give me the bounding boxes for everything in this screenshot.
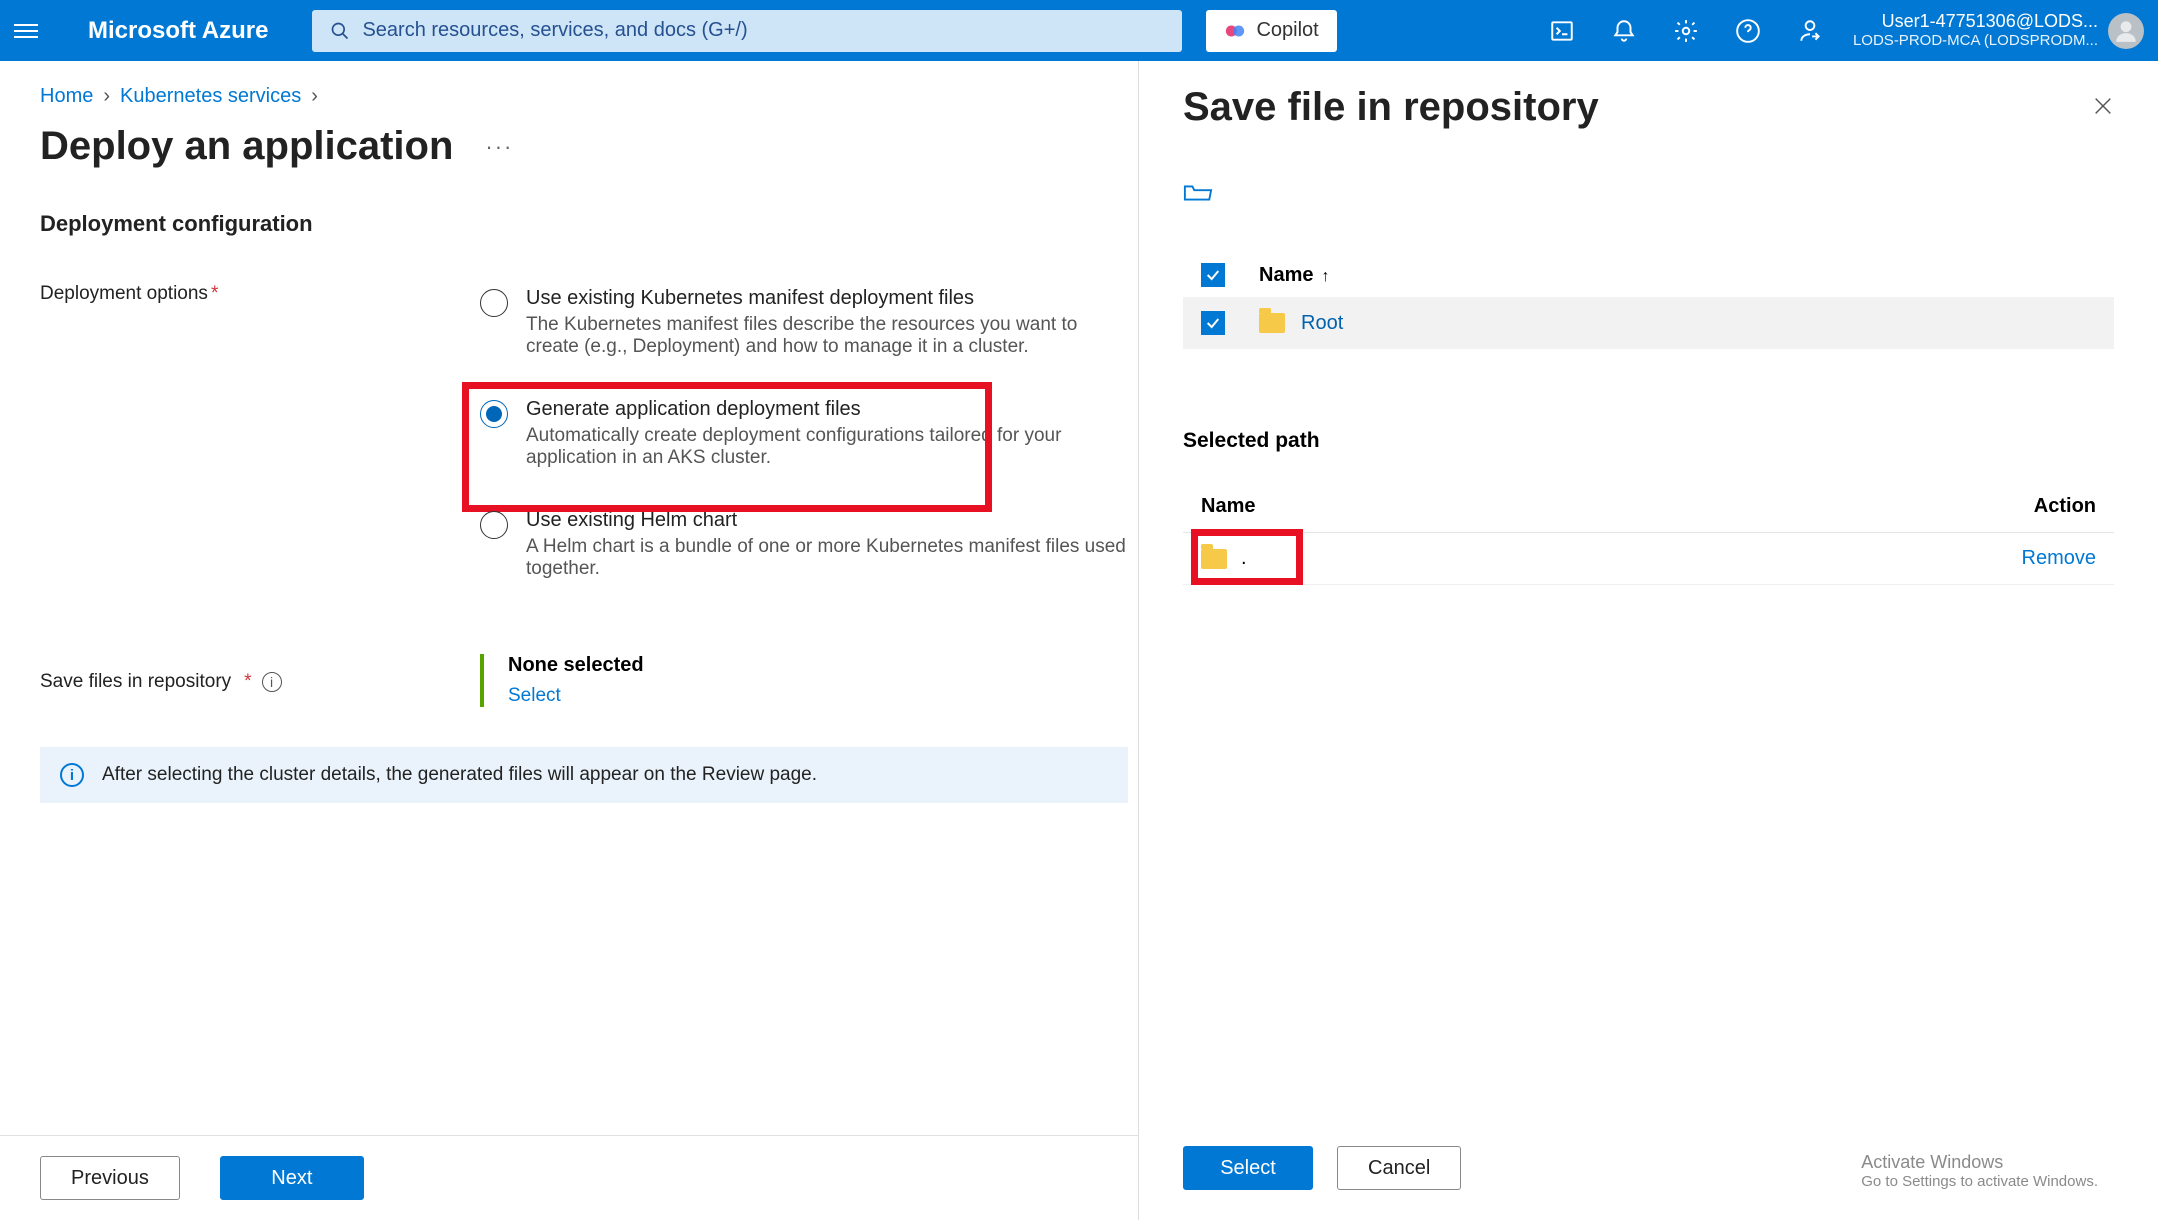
option-title: Use existing Kubernetes manifest deploym…	[526, 287, 1128, 310]
close-icon[interactable]	[2092, 85, 2114, 123]
copilot-button[interactable]: Copilot	[1206, 10, 1336, 52]
selected-path-columns: Name Action	[1183, 477, 2114, 533]
search-icon	[330, 21, 350, 41]
feedback-icon[interactable]	[1797, 18, 1823, 44]
chevron-right-icon: ›	[103, 85, 110, 108]
copilot-icon	[1224, 20, 1246, 42]
more-actions-icon[interactable]: ···	[485, 134, 513, 160]
sort-asc-icon: ↑	[1321, 268, 1329, 285]
folder-icon	[1201, 549, 1227, 569]
column-action: Action	[2034, 495, 2096, 518]
save-files-label: Save files in repository* i	[40, 654, 480, 707]
activation-title: Activate Windows	[1861, 1152, 2098, 1173]
info-icon[interactable]: i	[262, 672, 282, 692]
column-name[interactable]: Name↑	[1259, 264, 1329, 287]
row-checkbox[interactable]	[1201, 311, 1225, 335]
option-generate-files[interactable]: Generate application deployment files Au…	[480, 392, 1128, 475]
option-title: Generate application deployment files	[526, 398, 1128, 421]
wizard-footer: Previous Next	[0, 1135, 1138, 1220]
cloud-shell-icon[interactable]	[1549, 18, 1575, 44]
user-account[interactable]: User1-47751306@LODS... LODS-PROD-MCA (LO…	[1853, 10, 2098, 51]
global-search[interactable]	[312, 10, 1182, 52]
azure-top-bar: Microsoft Azure Copilot User1-47751306@L…	[0, 0, 2158, 61]
select-all-checkbox[interactable]	[1201, 263, 1225, 287]
selected-path-heading: Selected path	[1183, 429, 2114, 453]
windows-activation-watermark: Activate Windows Go to Settings to activ…	[1861, 1152, 2098, 1190]
option-desc: Automatically create deployment configur…	[526, 425, 1128, 469]
section-heading: Deployment configuration	[40, 211, 1128, 237]
info-banner-text: After selecting the cluster details, the…	[102, 764, 817, 786]
topbar-icons	[1549, 18, 1823, 44]
activation-sub: Go to Settings to activate Windows.	[1861, 1173, 2098, 1190]
folder-icon	[1259, 313, 1285, 333]
remove-link[interactable]: Remove	[2022, 547, 2096, 570]
avatar[interactable]	[2108, 13, 2144, 49]
breadcrumb-home[interactable]: Home	[40, 85, 93, 108]
notifications-icon[interactable]	[1611, 18, 1637, 44]
path-name: .	[1241, 547, 1247, 570]
save-file-panel: Save file in repository Name↑	[1138, 61, 2158, 1220]
breadcrumb: Home › Kubernetes services ›	[40, 85, 1138, 108]
next-button[interactable]: Next	[220, 1156, 364, 1200]
hamburger-icon[interactable]	[14, 19, 38, 43]
panel-title: Save file in repository	[1183, 85, 1599, 130]
user-tenant: LODS-PROD-MCA (LODSPRODM...	[1853, 32, 2098, 51]
select-link[interactable]: Select	[508, 685, 561, 707]
info-icon: i	[60, 763, 84, 787]
option-desc: The Kubernetes manifest files describe t…	[526, 314, 1128, 358]
option-desc: A Helm chart is a bundle of one or more …	[526, 536, 1128, 580]
copilot-label: Copilot	[1256, 19, 1318, 42]
option-title: Use existing Helm chart	[526, 509, 1128, 532]
option-existing-manifests[interactable]: Use existing Kubernetes manifest deploym…	[480, 281, 1128, 364]
chevron-right-icon: ›	[311, 85, 318, 108]
folder-open-icon[interactable]	[1183, 180, 1213, 204]
info-banner: i After selecting the cluster details, t…	[40, 747, 1128, 803]
settings-icon[interactable]	[1673, 18, 1699, 44]
file-row-root[interactable]: Root	[1183, 297, 2114, 349]
none-selected-text: None selected	[508, 654, 644, 677]
radio-icon[interactable]	[480, 511, 508, 539]
page-title: Deploy an application	[40, 124, 453, 169]
save-files-value: None selected Select	[480, 654, 644, 707]
radio-icon[interactable]	[480, 289, 508, 317]
selected-path-row: . Remove	[1183, 533, 2114, 585]
search-input[interactable]	[362, 19, 1164, 42]
brand-label[interactable]: Microsoft Azure	[88, 17, 268, 45]
previous-button[interactable]: Previous	[40, 1156, 180, 1200]
breadcrumb-k8s[interactable]: Kubernetes services	[120, 85, 301, 108]
column-name: Name	[1201, 495, 1255, 518]
option-helm-chart[interactable]: Use existing Helm chart A Helm chart is …	[480, 503, 1128, 586]
cancel-button[interactable]: Cancel	[1337, 1146, 1461, 1190]
main-content: Home › Kubernetes services › Deploy an a…	[0, 61, 1138, 1220]
radio-icon[interactable]	[480, 400, 508, 428]
user-email: User1-47751306@LODS...	[1853, 10, 2098, 33]
repo-file-list: Name↑ Root	[1183, 253, 2114, 349]
avatar-icon	[2113, 18, 2139, 44]
select-button[interactable]: Select	[1183, 1146, 1313, 1190]
deployment-options-label: Deployment options*	[40, 281, 480, 614]
help-icon[interactable]	[1735, 18, 1761, 44]
folder-link[interactable]: Root	[1259, 312, 1343, 335]
